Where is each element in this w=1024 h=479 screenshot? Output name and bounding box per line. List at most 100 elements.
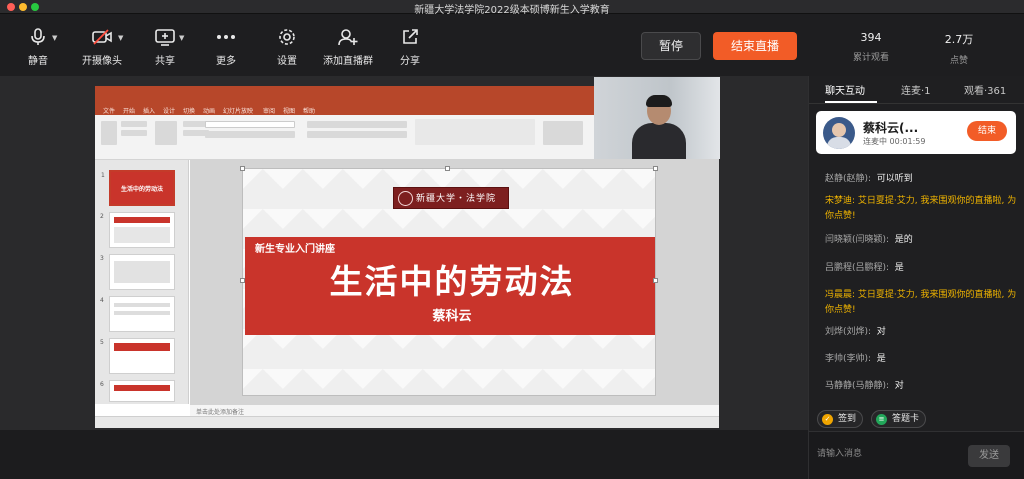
pause-button[interactable]: 暂停 [641,32,701,60]
resize-handle[interactable] [653,166,658,171]
chat-sender: 闫晓颖(闫晓颖): [825,235,890,245]
viewers-stat: 394 累计观看 [841,31,901,63]
title-band: 新生专业入门讲座 生活中的劳动法 蔡科云 [245,237,655,335]
cohost-name: 蔡科云(... [863,121,919,135]
chat-text: 是 [876,354,886,364]
thumb-title: 生活中的劳动法 [120,186,163,193]
microphone-icon [31,28,45,45]
tab-link-mic[interactable]: 连麦·1 [901,82,931,97]
slide-thumb-1[interactable]: 1 生活中的劳动法 [101,170,175,206]
message-input[interactable]: 请输入消息 发送 [809,431,1024,479]
tab-chat[interactable]: 聊天互动 [825,82,865,97]
ppt-tab: 切换 [183,108,196,115]
settings-button[interactable]: 设置 [257,28,317,67]
cohost-status: 连麦中 00:01:59 [863,137,926,146]
chat-sender: 吕鹏程(吕鹏程): [825,263,890,273]
ppt-tab: 审阅 [263,108,276,115]
more-button[interactable]: 更多 [196,28,256,67]
university-seal-icon [398,191,413,206]
share-button[interactable]: ▼ 共享 [135,28,195,67]
ppt-tab: 开始 [123,108,136,115]
chat-message: 刘烨(刘烨): 对 [825,325,1021,340]
chat-text: 是 [894,263,904,273]
side-panel: 聊天互动 连麦·1 观看·361 蔡科云(... 连麦中 00:01:59 结束… [808,76,1024,479]
notes-bar[interactable]: 单击此处添加备注 [190,404,719,416]
slide-thumb-4[interactable]: 4 [100,296,175,332]
camera-dropdown-icon[interactable]: ▼ [118,34,123,42]
share-out-button[interactable]: 分享 [380,28,440,67]
slide-thumbnails: 1 生活中的劳动法 2 3 4 5 6 [95,160,189,404]
current-slide: 新疆大学・法学院 新生专业入门讲座 生活中的劳动法 蔡科云 [242,168,656,396]
more-label: 更多 [216,56,236,67]
signin-button[interactable]: ✓ 签到 [817,410,864,428]
ppt-tab: 帮助 [303,108,316,115]
mute-label: 静音 [28,56,48,67]
system-message: 宋梦迪: 艾日夏提·艾力, 我来围观你的直播啦, 为你点赞! [825,196,1017,221]
slide-thumb-5[interactable]: 5 [100,338,175,374]
signin-icon: ✓ [822,414,833,425]
camera-button[interactable]: ▼ 开摄像头 [72,28,132,67]
thumb-number: 2 [100,213,104,220]
slide-presenter: 蔡科云 [432,309,472,324]
chat-sender: 李帅(李帅): [825,354,872,364]
resize-handle[interactable] [240,278,245,283]
likes-label: 点赞 [949,56,968,66]
resize-handle[interactable] [445,166,450,171]
share-dropdown-icon[interactable]: ▼ [179,34,184,42]
slide-thumb-6[interactable]: 6 [100,380,175,402]
chat-sender: 刘烨(刘烨): [825,327,872,337]
ppt-tab: 动画 [203,108,216,115]
add-group-label: 添加直播群 [323,56,373,67]
presenter-camera [594,77,720,159]
title-bar: 新疆大学法学院2022级本硕博新生入学教育 [0,0,1024,16]
chat-text: 对 [876,327,886,337]
share-arrow-icon [403,29,418,44]
add-live-group-button[interactable]: 添加直播群 [318,28,378,67]
logo-text: 新疆大学・法学院 [416,194,497,204]
system-message: 冯晨晨: 艾日夏提·艾力, 我来围观你的直播啦, 为你点赞! [825,290,1017,315]
active-tab-indicator [825,101,877,103]
ppt-tab: 文件 [103,108,116,115]
avatar [823,117,855,149]
resize-handle[interactable] [653,278,658,283]
resize-handle[interactable] [240,166,245,171]
chat-message: 李帅(李帅): 是 [825,352,1021,367]
send-button[interactable]: 发送 [968,445,1010,467]
ppt-status-bar [95,416,719,428]
toolbar: ▼ 静音 ▼ 开摄像头 ▼ 共享 更多 设置 添加直播群 分享 暂停 结束直播 … [0,14,1024,76]
slide-canvas: 新疆大学・法学院 新生专业入门讲座 生活中的劳动法 蔡科云 [190,160,719,404]
chat-text: 对 [894,381,904,391]
camera-off-icon [92,29,112,45]
end-link-button[interactable]: 结束 [967,121,1007,141]
likes-count: 2.7万 [944,33,974,46]
chat-sender: 赵静(赵静): [825,174,872,184]
camera-label: 开摄像头 [82,56,122,67]
thumb-number: 6 [100,381,104,388]
mute-dropdown-icon[interactable]: ▼ [52,34,57,42]
ppt-tab: 视图 [283,108,296,115]
slide-title: 生活中的劳动法 [329,262,575,301]
chat-text: 可以听到 [876,174,913,184]
screen-share-icon [155,29,175,46]
panel-tabs: 聊天互动 连麦·1 观看·361 [809,76,1024,104]
more-dots-icon [217,35,235,39]
thumb-number: 5 [100,339,104,346]
thumb-number: 1 [101,172,105,179]
university-logo: 新疆大学・法学院 [393,187,509,209]
share-out-label: 分享 [400,56,420,67]
thumb-number: 4 [100,297,104,304]
chat-text: 是的 [894,235,913,245]
ppt-tab: 插入 [143,108,156,115]
tab-watch[interactable]: 观看·361 [964,82,1006,97]
chat-sender: 马静静(马静静): [825,381,890,391]
signin-label: 签到 [838,414,857,424]
mute-button[interactable]: ▼ 静音 [8,28,68,67]
answer-card-button[interactable]: ≡ 答题卡 [871,410,927,428]
viewers-label: 累计观看 [852,53,889,63]
end-live-button[interactable]: 结束直播 [713,32,797,60]
live-stage: 文件 开始 插入 设计 切换 动画 幻灯片放映 审阅 视图 帮助 1 生活中的劳… [0,76,808,430]
slide-thumb-3[interactable]: 3 [100,254,175,290]
chat-message: 赵静(赵静): 可以听到 [825,172,1021,187]
slide-thumb-2[interactable]: 2 [100,212,175,248]
presenter-body [632,123,686,159]
